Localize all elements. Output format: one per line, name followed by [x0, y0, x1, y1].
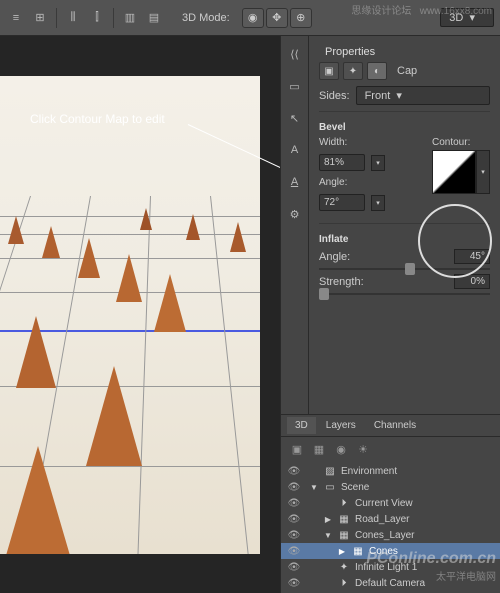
cone-object	[140, 208, 152, 230]
properties-tab[interactable]: Properties	[319, 42, 490, 62]
type-label: Cap	[397, 65, 417, 77]
cone-object	[154, 274, 186, 332]
distribute-icon[interactable]: ▥	[120, 8, 140, 28]
cone-object	[0, 446, 76, 554]
cone-object	[16, 316, 56, 388]
distribute-icon[interactable]: ⫿	[87, 8, 107, 28]
watermark-top-right: www.16xx8.com	[420, 6, 492, 17]
layer-row[interactable]: 👁 ▨ Environment	[281, 463, 500, 479]
visibility-icon[interactable]: 👁	[287, 498, 301, 509]
chevron-down-icon[interactable]: ▾	[371, 155, 385, 171]
cone-object	[230, 222, 246, 252]
visibility-icon[interactable]: 👁	[287, 562, 301, 573]
cone-object	[42, 226, 60, 258]
visibility-icon[interactable]: 👁	[287, 514, 301, 525]
layer-type-icon: ▦	[351, 545, 365, 557]
inflate-angle-slider[interactable]	[319, 268, 490, 270]
layer-row[interactable]: 👁 ▼ ▭ Scene	[281, 479, 500, 495]
sides-select[interactable]: Front ▾	[356, 86, 490, 105]
visibility-icon[interactable]: 👁	[287, 530, 301, 541]
orbit-icon[interactable]: ◉	[242, 8, 264, 28]
layer-row[interactable]: 👁 ▼ ▦ Cones_Layer	[281, 527, 500, 543]
inflate-angle-value[interactable]: 45°	[454, 249, 490, 264]
layer-name: Current View	[355, 498, 413, 509]
move-icon[interactable]: ⊕	[290, 8, 312, 28]
layer-type-icon: ▨	[323, 465, 337, 477]
visibility-icon[interactable]: 👁	[287, 466, 301, 477]
layer-type-icon: ✦	[337, 561, 351, 573]
filter-scene-icon[interactable]: ▣	[289, 441, 305, 457]
tab-layers[interactable]: Layers	[318, 417, 364, 434]
twirl-icon[interactable]: ▼	[309, 483, 319, 492]
visibility-icon[interactable]: 👁	[287, 578, 301, 589]
inflate-angle-label: Angle:	[319, 251, 369, 263]
twirl-icon[interactable]: ▼	[323, 531, 333, 540]
align-icon[interactable]: ≡	[6, 8, 26, 28]
filter-mesh-icon[interactable]: ▦	[311, 441, 327, 457]
layer-type-icon: ⏵	[337, 577, 351, 589]
cone-object	[86, 366, 142, 466]
cone-object	[116, 254, 142, 302]
watermark-top-left: 思缘设计论坛	[351, 6, 411, 17]
width-label: Width:	[319, 137, 420, 148]
sides-label: Sides:	[319, 90, 350, 102]
angle-label: Angle:	[319, 177, 420, 188]
tab-channels[interactable]: Channels	[366, 417, 424, 434]
layer-row[interactable]: 👁 ⏵ Current View	[281, 495, 500, 511]
chevron-down-icon[interactable]: ▾	[476, 150, 490, 194]
visibility-icon[interactable]: 👁	[287, 482, 301, 493]
layer-name: Road_Layer	[355, 514, 409, 525]
canvas-3d-scene[interactable]	[0, 76, 260, 554]
cap-type-icon[interactable]: ◐	[367, 62, 387, 80]
layer-type-icon: ▦	[337, 513, 351, 525]
mesh-type-icon[interactable]: ▣	[319, 62, 339, 80]
contour-map[interactable]	[432, 150, 476, 194]
viewport[interactable]: Click Contour Map to edit	[0, 36, 280, 593]
distribute-icon[interactable]: ▤	[144, 8, 164, 28]
layer-row[interactable]: 👁 ▶ ▦ Road_Layer	[281, 511, 500, 527]
strength-slider[interactable]	[319, 293, 490, 295]
inflate-section: Inflate	[319, 234, 490, 245]
bevel-section: Bevel	[319, 122, 490, 133]
annotation-text: Click Contour Map to edit	[30, 112, 165, 126]
filter-light-icon[interactable]: ☀	[355, 441, 371, 457]
filter-material-icon[interactable]: ◉	[333, 441, 349, 457]
pan-icon[interactable]: ✥	[266, 8, 288, 28]
angle-input[interactable]	[319, 194, 365, 211]
distribute-icon[interactable]: ⫼	[63, 8, 83, 28]
chevron-down-icon[interactable]: ▾	[371, 195, 385, 211]
cone-object	[8, 216, 24, 244]
cursor-icon[interactable]: ↖	[285, 108, 305, 128]
strength-label: Strength:	[319, 276, 369, 288]
twirl-icon[interactable]: ▶	[323, 515, 333, 524]
strength-value[interactable]: 0%	[454, 274, 490, 289]
layer-type-icon: ▦	[337, 529, 351, 541]
text-icon[interactable]: A	[285, 140, 305, 160]
align-icon[interactable]: ⊞	[30, 8, 50, 28]
tool-strip: ⟨⟨ ▭ ↖ A A ⚙	[281, 36, 309, 414]
layer-type-icon: ▭	[323, 481, 337, 493]
mode-label: 3D Mode:	[182, 12, 230, 24]
adjust-icon[interactable]: ⚙	[285, 204, 305, 224]
contour-label: Contour:	[432, 137, 490, 148]
tool-icon[interactable]: ▭	[285, 76, 305, 96]
deform-type-icon[interactable]: ✦	[343, 62, 363, 80]
layer-type-icon: ⏵	[337, 497, 351, 509]
watermark-bottom: PConline.com.cn 太平洋电脑网	[366, 550, 496, 583]
visibility-icon[interactable]: 👁	[287, 546, 301, 557]
layer-name: Cones_Layer	[355, 530, 414, 541]
collapse-icon[interactable]: ⟨⟨	[285, 44, 305, 64]
twirl-icon[interactable]: ▶	[337, 547, 347, 556]
layer-name: Environment	[341, 466, 397, 477]
cone-object	[78, 238, 100, 278]
cone-object	[186, 214, 200, 240]
text-icon[interactable]: A	[285, 172, 305, 192]
width-input[interactable]	[319, 154, 365, 171]
tab-3d[interactable]: 3D	[287, 417, 316, 434]
layer-name: Scene	[341, 482, 369, 493]
